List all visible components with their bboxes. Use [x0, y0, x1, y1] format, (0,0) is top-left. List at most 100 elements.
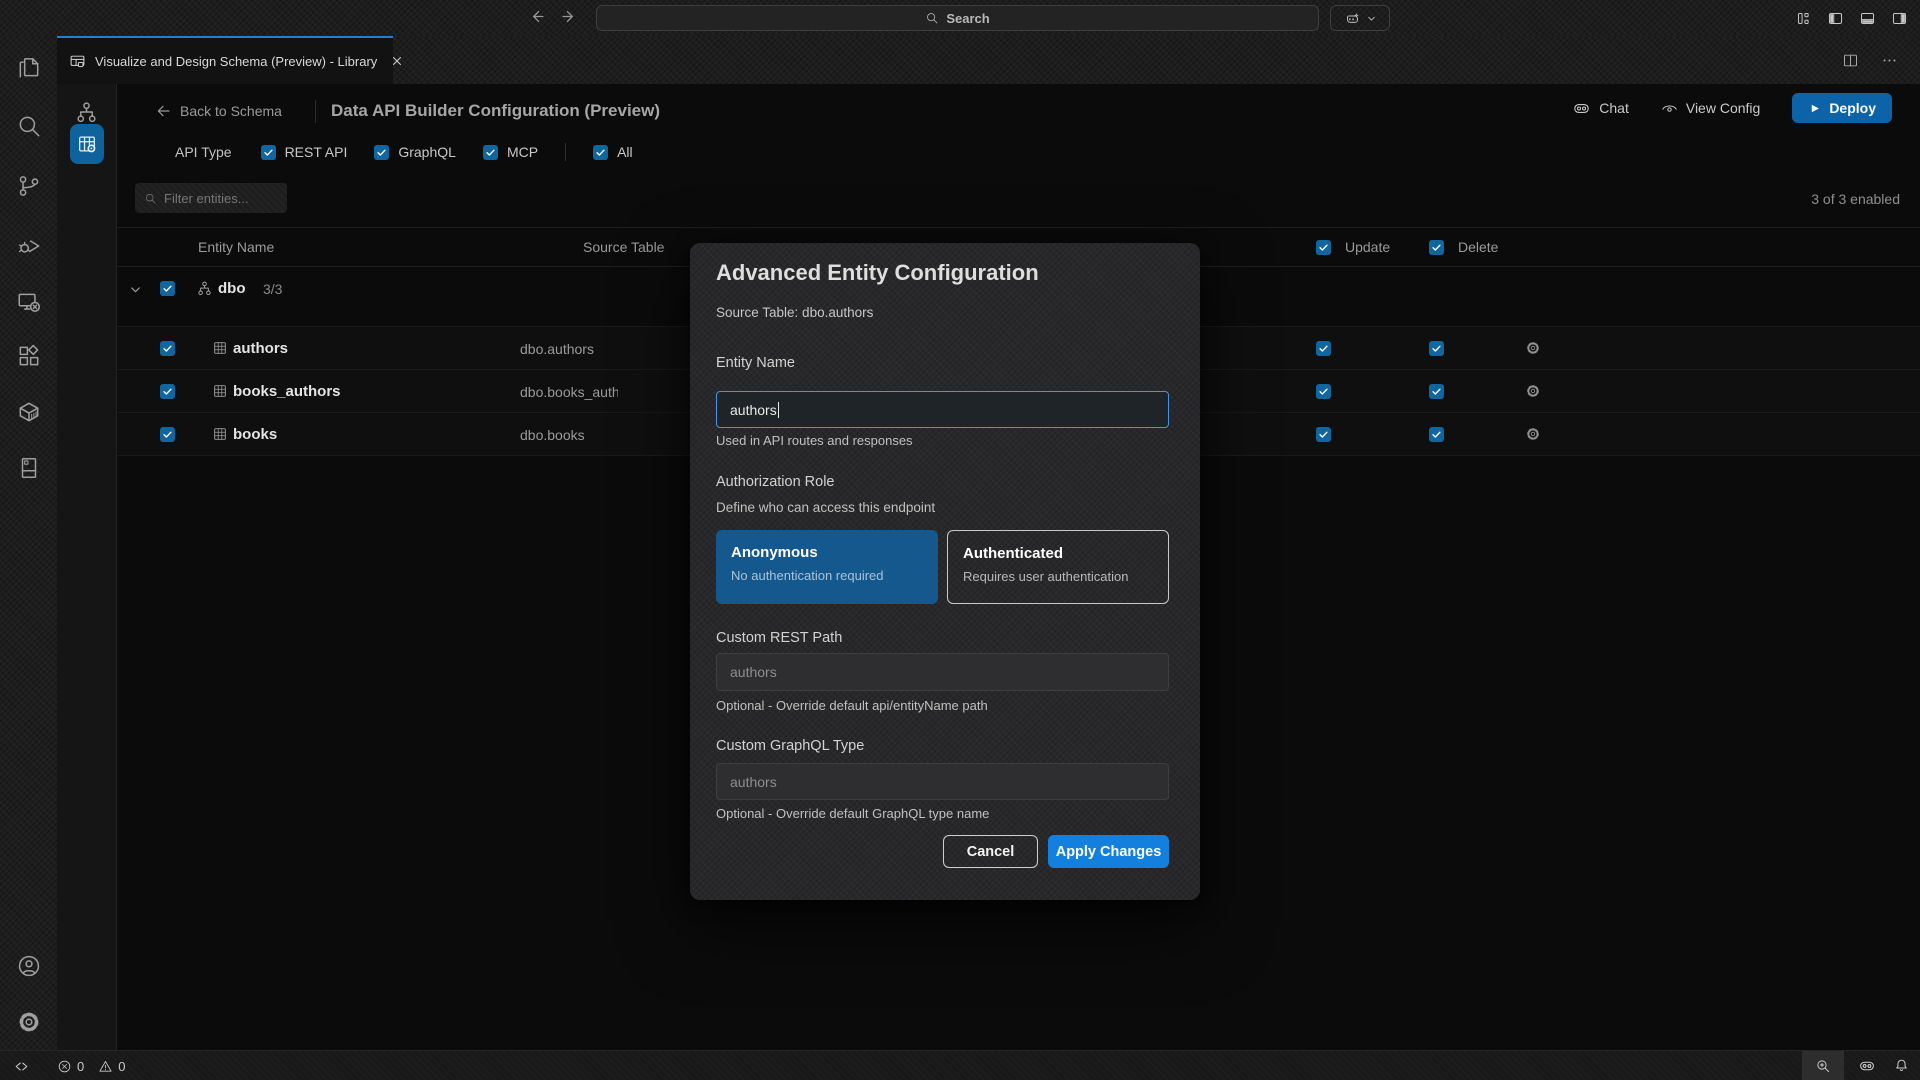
table-icon	[212, 426, 228, 442]
remote-explorer-icon[interactable]	[16, 289, 42, 315]
delete-checkbox[interactable]	[1429, 341, 1444, 356]
custom-graphql-type-helper: Optional - Override default GraphQL type…	[716, 806, 989, 821]
auth-option-anonymous[interactable]: Anonymous No authentication required	[716, 530, 938, 604]
explorer-icon[interactable]	[16, 54, 42, 80]
row-checkbox[interactable]	[160, 427, 175, 442]
rest-api-checkbox[interactable]	[261, 145, 276, 160]
nav-back-icon[interactable]	[528, 8, 545, 25]
update-checkbox[interactable]	[1316, 384, 1331, 399]
copilot-chat-icon	[1572, 99, 1591, 118]
settings-gear-icon[interactable]	[16, 1009, 42, 1035]
row-checkbox[interactable]	[160, 384, 175, 399]
search-input[interactable]: Search	[596, 5, 1319, 31]
update-all-checkbox[interactable]	[1316, 240, 1331, 255]
mcp-checkbox[interactable]	[483, 145, 498, 160]
run-and-debug-icon[interactable]	[16, 233, 42, 259]
package-icon[interactable]	[16, 399, 42, 425]
rest-api-checkbox-group[interactable]: REST API	[261, 144, 348, 160]
custom-rest-path-input[interactable]	[730, 664, 1155, 680]
more-actions-icon[interactable]	[1881, 52, 1898, 69]
toggle-secondary-sidebar-icon[interactable]	[1891, 10, 1908, 27]
entity-name-helper: Used in API routes and responses	[716, 433, 913, 448]
extensions-icon[interactable]	[16, 343, 42, 369]
cancel-button[interactable]: Cancel	[943, 835, 1038, 868]
api-type-filter-row: API Type REST API GraphQL MCP All	[175, 141, 633, 163]
entity-name-label: Entity Name	[716, 355, 795, 371]
tab-close-icon[interactable]	[390, 54, 404, 68]
dbo-checkbox[interactable]	[160, 281, 175, 296]
copilot-dropdown[interactable]	[1330, 5, 1390, 31]
warnings-indicator[interactable]: 0	[98, 1059, 125, 1074]
api-type-label: API Type	[175, 144, 232, 160]
split-editor-icon[interactable]	[1842, 52, 1859, 69]
customize-layout-icon[interactable]	[1795, 10, 1812, 27]
deploy-button[interactable]: Deploy	[1792, 93, 1892, 123]
update-checkbox[interactable]	[1316, 341, 1331, 356]
source-table-cell: dbo.authors	[520, 341, 618, 357]
authorization-role-helper: Define who can access this endpoint	[716, 500, 935, 515]
database-project-icon[interactable]	[16, 455, 42, 481]
entity-name-input[interactable]: authors	[716, 391, 1169, 428]
account-icon[interactable]	[16, 953, 42, 979]
all-checkbox[interactable]	[593, 145, 608, 160]
col-delete: Delete	[1458, 239, 1498, 255]
back-arrow-icon	[155, 103, 171, 119]
text-caret	[778, 402, 780, 418]
graphql-checkbox[interactable]	[374, 145, 389, 160]
errors-indicator[interactable]: 0	[57, 1059, 84, 1074]
designer-rail	[57, 84, 117, 1050]
custom-graphql-type-input[interactable]	[730, 774, 1155, 790]
tab-visualize-design-schema[interactable]: Visualize and Design Schema (Preview) - …	[57, 36, 393, 84]
toggle-panel-icon[interactable]	[1859, 10, 1876, 27]
modal-source-table: Source Table: dbo.authors	[716, 305, 873, 320]
notifications-bell-icon[interactable]	[1893, 1057, 1910, 1074]
nav-forward-icon[interactable]	[561, 8, 578, 25]
search-icon	[925, 11, 939, 25]
back-to-schema-link[interactable]: Back to Schema	[155, 103, 282, 119]
row-settings-gear-icon[interactable]	[1525, 340, 1541, 356]
row-checkbox[interactable]	[160, 341, 175, 356]
filter-entities-input[interactable]	[164, 191, 274, 206]
chevron-down-icon[interactable]	[128, 282, 143, 297]
col-update: Update	[1345, 239, 1390, 255]
delete-checkbox[interactable]	[1429, 427, 1444, 442]
mcp-checkbox-group[interactable]: MCP	[483, 144, 538, 160]
custom-rest-path-field[interactable]	[716, 653, 1169, 691]
all-checkbox-group[interactable]: All	[593, 144, 633, 160]
delete-checkbox[interactable]	[1429, 384, 1444, 399]
table-config-tab[interactable]	[70, 124, 104, 164]
table-icon	[212, 383, 228, 399]
auth-option-authenticated[interactable]: Authenticated Requires user authenticati…	[947, 530, 1169, 604]
chat-button[interactable]: Chat	[1572, 99, 1629, 118]
play-icon	[1808, 102, 1821, 115]
zoom-indicator[interactable]	[1802, 1051, 1844, 1080]
filter-entities-box[interactable]	[135, 183, 287, 213]
remote-indicator[interactable]	[14, 1059, 29, 1074]
tab-bar: Visualize and Design Schema (Preview) - …	[57, 36, 1920, 84]
search-placeholder: Search	[946, 11, 989, 26]
graphql-checkbox-group[interactable]: GraphQL	[374, 144, 456, 160]
update-checkbox[interactable]	[1316, 427, 1331, 442]
chevron-down-icon	[1366, 13, 1377, 24]
row-settings-gear-icon[interactable]	[1525, 383, 1541, 399]
apply-changes-button[interactable]: Apply Changes	[1048, 835, 1169, 868]
activity-bar	[0, 36, 57, 1050]
row-settings-gear-icon[interactable]	[1525, 426, 1541, 442]
delete-all-checkbox[interactable]	[1429, 240, 1444, 255]
schema-icon	[196, 280, 213, 297]
custom-graphql-type-field[interactable]	[716, 763, 1169, 800]
custom-graphql-type-label: Custom GraphQL Type	[716, 738, 864, 754]
schema-count: 3/3	[263, 281, 282, 297]
copilot-status-icon[interactable]	[1858, 1057, 1876, 1075]
schema-name: dbo	[218, 280, 246, 297]
toggle-primary-sidebar-icon[interactable]	[1827, 10, 1844, 27]
view-config-button[interactable]: View Config	[1661, 100, 1760, 117]
custom-rest-path-helper: Optional - Override default api/entityNa…	[716, 698, 988, 713]
filter-search-icon	[144, 192, 157, 205]
source-control-icon[interactable]	[16, 173, 42, 199]
search-sidebar-icon[interactable]	[16, 113, 42, 139]
schema-designer-icon[interactable]	[74, 100, 99, 125]
authorization-role-label: Authorization Role	[716, 474, 835, 490]
header-divider	[315, 100, 316, 123]
status-bar: 0 0	[0, 1050, 1920, 1080]
